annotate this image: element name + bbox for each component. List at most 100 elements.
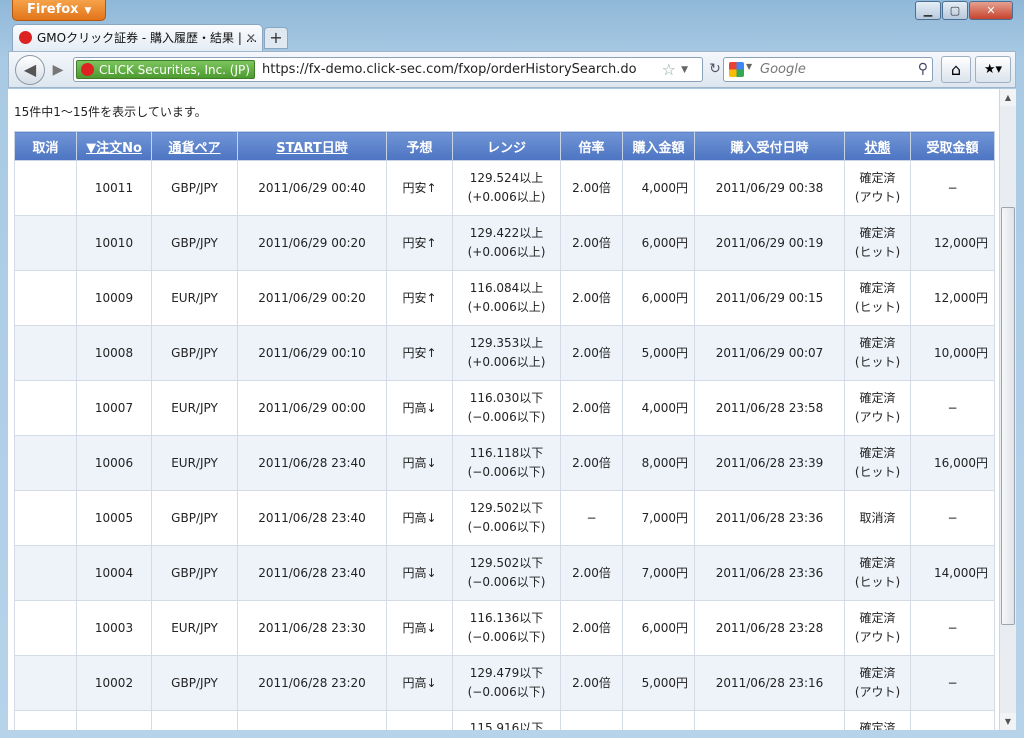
bookmarks-menu-button[interactable]: ★▾ [975,56,1011,83]
cell-cancel [14,160,77,216]
cell-cancel [14,600,77,656]
cell-range-text: 129.502以下 [469,556,544,570]
cell-currency-pair: GBP/JPY [151,215,238,271]
cell-forecast-text: 円安↑ [402,290,437,305]
cell-status: 取消済 [844,490,911,546]
cell-range: 116.084以上 (+0.006以上) [452,270,561,326]
cell-multiplier-text: 2.00倍 [572,565,611,580]
cell-forecast: 円安↑ [386,270,453,326]
cell-range-text: 129.422以上 [469,226,544,240]
cell-purchase-amount: 7,000円 [622,545,695,601]
cell-currency-pair-text: GBP/JPY [171,565,218,580]
cell-payout: − [910,710,995,730]
vertical-scrollbar[interactable]: ▲ ▼ [999,89,1016,730]
cell-order-no: 10004 [76,545,152,601]
sort-start-datetime[interactable]: START日時 [237,131,387,161]
cell-range-text: (−0.006以下) [467,630,546,644]
cell-forecast: 円高↓ [386,600,453,656]
cell-payout-text: 10,000円 [934,345,988,360]
cell-range-text: (+0.006以上) [467,300,546,314]
cell-status-text: 確定済 [859,611,896,625]
cell-status-text: 確定済 [859,281,896,295]
url-history-dropdown-icon[interactable]: ▼ [681,59,688,81]
maximize-button[interactable]: ▢ [942,1,968,20]
cell-range: 116.030以下 (−0.006以下) [452,380,561,436]
forward-button[interactable]: ▶ [47,60,69,80]
cell-start-datetime-text: 2011/06/29 00:20 [258,235,366,250]
scrollbar-thumb[interactable] [1001,207,1015,625]
url-bar[interactable]: CLICK Securities, Inc. (JP) https://fx-d… [73,57,703,82]
home-button[interactable]: ⌂ [941,56,971,83]
cell-status-text: 確定済 [859,391,896,405]
cell-status: 確定済 (アウト) [844,600,911,656]
search-engine-dropdown-icon[interactable]: ▼ [746,62,752,71]
search-magnifier-icon[interactable]: ⚲ [918,58,928,81]
sort-status[interactable]: 状態 [844,131,911,161]
table-row: 10003 EUR/JPY 2011/06/28 23:30 円高↓ 116.136以下… [14,600,995,656]
cell-cancel [14,435,77,491]
cell-payout-text: − [947,675,958,690]
cell-currency-pair-text: GBP/JPY [171,235,218,250]
url-text[interactable]: https://fx-demo.click-sec.com/fxop/order… [262,58,637,81]
cell-purchase-amount: 6,000円 [622,270,695,326]
bookmark-star-icon[interactable]: ☆ [662,59,676,81]
navigation-toolbar: ◀ ▶ CLICK Securities, Inc. (JP) https://… [8,51,1016,88]
firefox-menu-button[interactable]: Firefox ▼ [12,0,106,21]
cell-payout: 16,000円 [910,435,995,491]
cell-range: 116.136以下 (−0.006以下) [452,600,561,656]
cell-accepted-datetime-text: 2011/06/29 00:15 [715,290,824,305]
cell-payout-text: 12,000円 [934,290,988,305]
cell-forecast: 円高↓ [386,435,453,491]
close-window-button[interactable]: ✕ [969,1,1013,20]
tab-active[interactable]: GMOクリック証券 - 購入履歴・結果 | ... ✕ [12,24,263,51]
cell-currency-pair: EUR/JPY [151,710,238,730]
cell-range-text: 116.084以上 [469,281,544,295]
cell-order-no-text: 10009 [94,290,134,305]
search-bar[interactable]: ▼ Google ⚲ [723,57,933,82]
cell-status: 確定済 (アウト) [844,655,911,711]
search-input[interactable]: Google [760,58,806,81]
favicon-icon [19,31,32,44]
cell-status-text: 確定済 [859,666,896,680]
cell-payout: 14,000円 [910,545,995,601]
cell-currency-pair: GBP/JPY [151,160,238,216]
cell-order-no: 10001 [76,710,152,730]
cell-payout: − [910,490,995,546]
table-header-row: 取消 ▼注文No 通貨ペア START日時 予想 レンジ 倍率 購入金額 購入受… [14,131,995,161]
cell-currency-pair-text: EUR/JPY [171,290,218,305]
site-identity-button[interactable]: CLICK Securities, Inc. (JP) [76,60,255,79]
cell-currency-pair-text: EUR/JPY [171,455,218,470]
minimize-button[interactable]: ▁ [915,1,941,20]
sort-order-no[interactable]: ▼注文No [76,131,152,161]
back-button[interactable]: ◀ [15,55,45,85]
cell-range-text: (−0.006以下) [467,410,546,424]
reload-button[interactable]: ↻ [706,57,724,82]
cell-accepted-datetime-text: 2011/06/28 23:28 [715,620,824,635]
cell-order-no-text: 10010 [94,235,134,250]
scroll-up-icon[interactable]: ▲ [1000,89,1016,106]
cell-status-text: (ヒット) [854,300,901,314]
cell-cancel [14,490,77,546]
new-tab-button[interactable]: + [264,27,288,49]
cell-order-no: 10002 [76,655,152,711]
cell-start-datetime-text: 2011/06/29 00:20 [258,290,366,305]
cell-start-datetime-text: 2011/06/29 00:00 [258,400,366,415]
scroll-down-icon[interactable]: ▼ [1000,713,1016,730]
cell-range-text: 129.479以下 [469,666,544,680]
cell-forecast-text: 円高↓ [402,565,437,580]
table-row: 10006 EUR/JPY 2011/06/28 23:40 円高↓ 116.118以下… [14,435,995,491]
cell-accepted-datetime-text: 2011/06/28 23:39 [715,455,824,470]
cell-forecast: 円安↑ [386,215,453,271]
cell-range-text: 116.136以下 [469,611,544,625]
cell-accepted-datetime: 2011/06/29 00:07 [694,325,845,381]
cell-range: 129.502以下 (−0.006以下) [452,490,561,546]
cell-range-text: 116.118以下 [469,446,544,460]
cell-status: 確定済 (アウト) [844,160,911,216]
cell-currency-pair: GBP/JPY [151,655,238,711]
google-icon[interactable] [729,62,744,77]
cell-purchase-amount-text: 8,000円 [641,455,688,470]
close-tab-icon[interactable]: ✕ [246,25,256,51]
cell-status-text: (ヒット) [854,465,901,479]
sort-currency-pair[interactable]: 通貨ペア [151,131,238,161]
cell-accepted-datetime: 2011/06/28 23:07 [694,710,845,730]
